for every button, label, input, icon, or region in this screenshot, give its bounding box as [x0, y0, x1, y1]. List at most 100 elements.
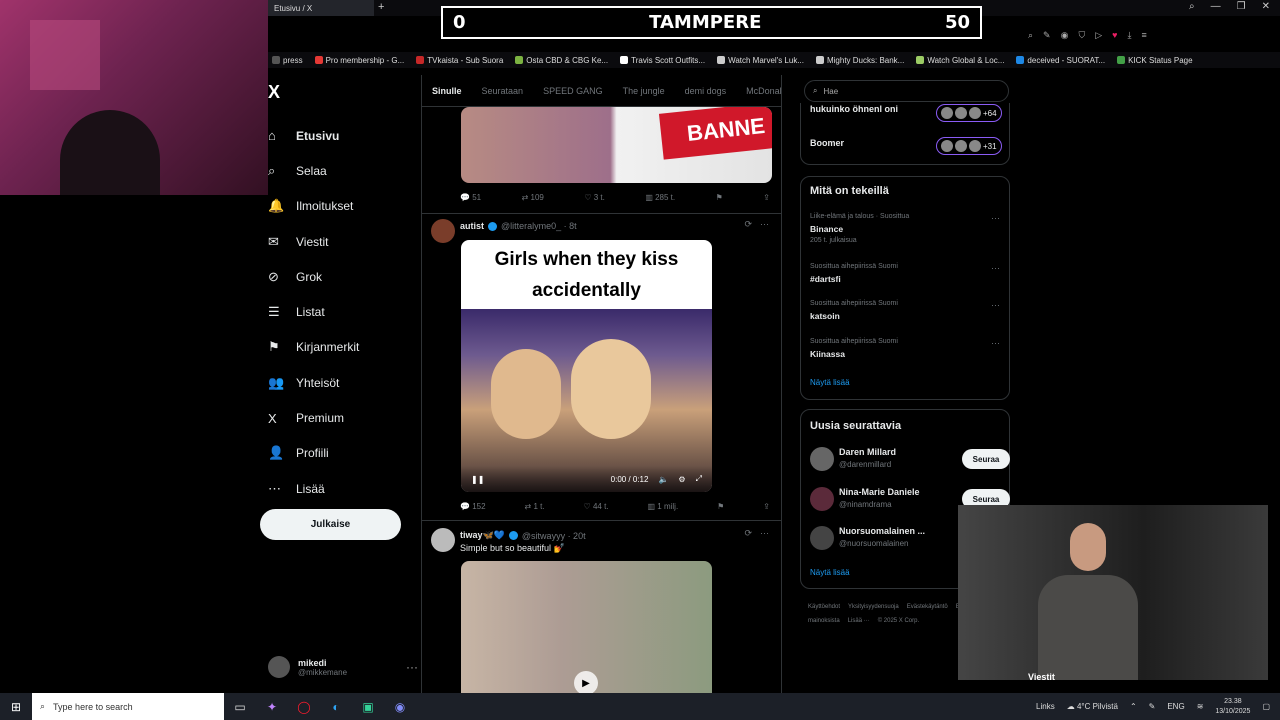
like-button[interactable]: ♡ 3 t. [584, 193, 605, 202]
post-video[interactable]: Girls when they kiss accidentally ❚❚ 0:0… [461, 240, 712, 492]
menu-icon[interactable]: ≡ [1141, 30, 1146, 41]
bookmark-item[interactable]: Mighty Ducks: Bank... [815, 55, 904, 65]
wifi-icon[interactable]: ≋ [1197, 702, 1204, 711]
space-title[interactable]: Boomer [810, 138, 844, 148]
show-more-link[interactable]: Näytä lisää [810, 568, 850, 577]
heart-icon[interactable]: ♥ [1112, 30, 1117, 41]
footer-link[interactable]: Yksityisyydensuoja [848, 604, 899, 610]
bookmark-icon[interactable]: ⚑ [716, 193, 723, 202]
author-name[interactable]: autist [460, 221, 484, 231]
more-icon[interactable]: ··· [760, 219, 769, 230]
messages-label[interactable]: Viestit [1028, 672, 1055, 682]
volume-icon[interactable]: 🔈 [658, 475, 668, 484]
footer-link[interactable]: © 2025 X Corp. [878, 618, 919, 624]
feed-tab[interactable]: Sinulle [432, 86, 462, 96]
author-name[interactable]: tiway🦋💙 [460, 530, 505, 541]
more-icon[interactable]: ··· [760, 528, 769, 539]
like-button[interactable]: ♡ 44 t. [584, 502, 609, 511]
bookmark-item[interactable]: Pro membership - G... [314, 55, 404, 65]
sidebar-item-yhteisöt[interactable]: 👥 Yhteisöt [268, 365, 418, 400]
sidebar-item-lisää[interactable]: ⋯ Lisää [268, 471, 418, 506]
pause-icon[interactable]: ❚❚ [471, 475, 484, 484]
bookmark-icon[interactable]: ⚑ [717, 502, 724, 511]
post-video[interactable]: ▶ [461, 561, 712, 695]
feed-tab[interactable]: The jungle [623, 86, 665, 96]
sidebar-item-etusivu[interactable]: ⌂ Etusivu [268, 118, 418, 153]
close-button[interactable]: ✕ [1262, 1, 1270, 12]
sidebar-item-ilmoitukset[interactable]: 🔔 Ilmoitukset [268, 189, 418, 224]
app-icon[interactable]: ▣ [352, 700, 384, 714]
more-icon[interactable]: ··· [991, 213, 1000, 223]
bookmark-item[interactable]: Watch Marvel's Luk... [717, 55, 804, 65]
bookmark-item[interactable]: Travis Scott Outfits... [620, 55, 705, 65]
feed-tab[interactable]: McDonal [746, 86, 781, 96]
minimize-button[interactable]: — [1211, 1, 1221, 12]
bookmark-item[interactable]: TVkaista - Sub Suora [416, 55, 503, 65]
edit-icon[interactable]: ✎ [1043, 30, 1051, 41]
sidebar-item-premium[interactable]: X Premium [268, 400, 418, 435]
space-listeners[interactable]: +31 [936, 137, 1002, 155]
follow-button[interactable]: Seuraa [962, 449, 1010, 469]
sidebar-item-listat[interactable]: ☰ Listat [268, 294, 418, 329]
avatar[interactable] [431, 528, 455, 552]
more-icon[interactable]: ··· [991, 300, 1000, 310]
more-icon[interactable]: ··· [991, 338, 1000, 348]
bookmark-item[interactable]: Watch Global & Loc... [916, 55, 1004, 65]
clock[interactable]: 23.38 13/10/2025 [1215, 697, 1250, 717]
windows-start-icon[interactable]: ⊞ [0, 700, 32, 714]
account-switcher[interactable]: mikedi @mikkemane ··· [268, 652, 418, 682]
x-logo[interactable]: X [268, 82, 280, 103]
views-button[interactable]: ▥ 285 t. [645, 193, 675, 202]
feed-tab[interactable]: SPEED GANG [543, 86, 603, 96]
repost-button[interactable]: ⇄ 109 [522, 193, 544, 202]
trend-item[interactable]: Suosittua aihepiirissä Suomi #dartsfi ··… [810, 263, 1000, 284]
discord-icon[interactable]: ◉ [384, 700, 416, 714]
sidebar-item-profiili[interactable]: 👤 Profiili [268, 436, 418, 471]
weather-widget[interactable]: ☁ 4°C Pilvistä [1067, 702, 1118, 711]
zoom-icon[interactable]: ⌕ [1028, 30, 1033, 41]
author-handle[interactable]: @litteralyme0_ · 8t [501, 221, 577, 231]
notification-icon[interactable]: ▢ [1262, 702, 1270, 711]
sidebar-item-kirjanmerkit[interactable]: ⚑ Kirjanmerkit [268, 330, 418, 365]
share-icon[interactable]: ⇪ [763, 193, 770, 202]
reply-button[interactable]: 💬 51 [460, 193, 481, 202]
show-more-link[interactable]: Näytä lisää [810, 378, 850, 387]
trend-item[interactable]: Suosittua aihepiirissä Suomi katsoin ··· [810, 300, 1000, 321]
settings-icon[interactable]: ⚙ [678, 475, 685, 484]
bookmark-item[interactable]: Osta CBD & CBG Ke... [515, 55, 608, 65]
task-view-icon[interactable]: ▭ [224, 700, 256, 714]
grok-icon[interactable]: ⟳ [744, 528, 752, 539]
edge-icon[interactable]: ◐ [320, 700, 352, 714]
camera-icon[interactable]: ◉ [1061, 30, 1069, 41]
avatar[interactable] [431, 219, 455, 243]
more-icon[interactable]: ··· [991, 263, 1000, 273]
author-handle[interactable]: @sitwayyy · 20t [522, 531, 586, 541]
space-title[interactable]: hukuinko öhnenl oni [810, 104, 898, 114]
grok-icon[interactable]: ⟳ [744, 219, 752, 230]
sidebar-item-grok[interactable]: ⊘ Grok [268, 259, 418, 294]
search-icon[interactable]: ⌕ [1189, 1, 1195, 12]
reply-button[interactable]: 💬 152 [460, 502, 486, 511]
follow-suggestion[interactable]: Daren Millard @darenmillard Seuraa [810, 447, 1010, 473]
language-indicator[interactable]: ENG [1167, 702, 1184, 711]
feed-tab[interactable]: demi dogs [685, 86, 727, 96]
sidebar-item-viestit[interactable]: ✉ Viestit [268, 224, 418, 259]
network-icon[interactable]: ✎ [1149, 702, 1156, 711]
views-button[interactable]: ▥ 1 milj. [648, 502, 679, 511]
download-icon[interactable]: ⤓ [1127, 30, 1131, 41]
browser-tab[interactable]: Etusivu / X [268, 0, 374, 16]
more-icon[interactable]: ··· [406, 660, 418, 674]
fullscreen-icon[interactable]: ⤢ [696, 474, 702, 484]
app-icon[interactable]: ✦ [256, 700, 288, 714]
share-icon[interactable]: ⇪ [763, 502, 770, 511]
footer-link[interactable]: Lisää ··· [848, 618, 870, 624]
post-media[interactable]: BANNE [461, 107, 772, 183]
shield-icon[interactable]: ⛉ [1078, 30, 1085, 41]
post-button[interactable]: Julkaise [260, 509, 401, 540]
space-listeners[interactable]: +64 [936, 104, 1002, 122]
feed-tab[interactable]: Seurataan [482, 86, 524, 96]
bookmark-item[interactable]: deceived - SUORAT... [1016, 55, 1105, 65]
trend-item[interactable]: Suosittua aihepiirissä Suomi Kiinassa ··… [810, 338, 1000, 359]
play-icon[interactable]: ▶ [574, 671, 598, 695]
search-input[interactable]: ⌕ Hae [804, 80, 1009, 102]
